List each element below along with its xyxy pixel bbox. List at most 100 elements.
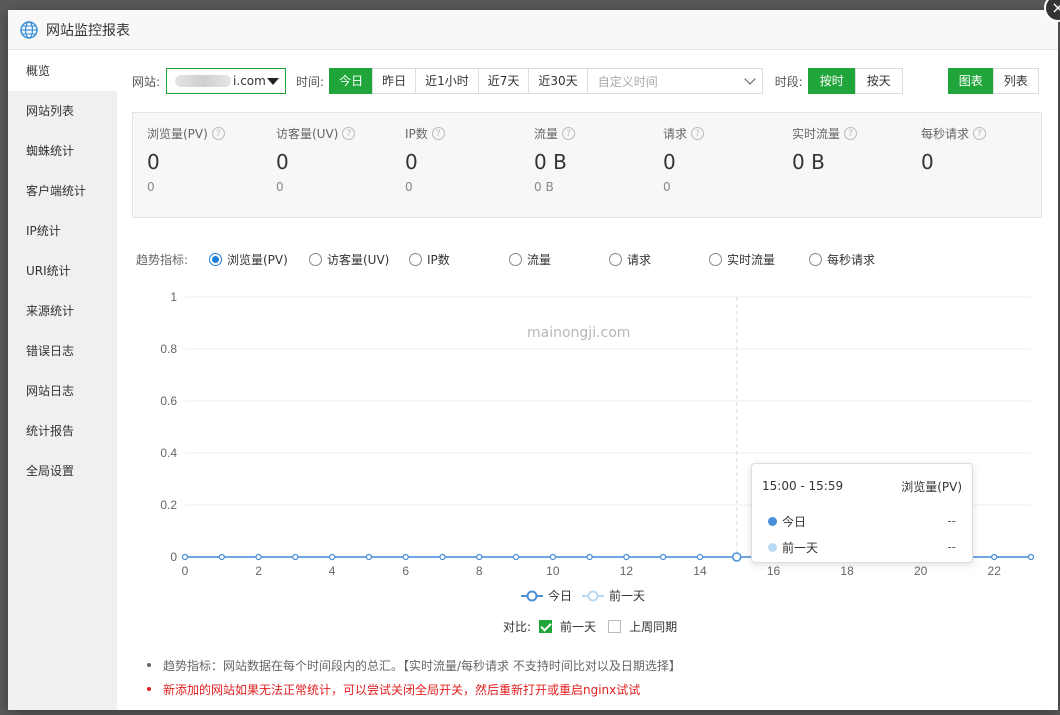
- stat-value: 0 B: [534, 150, 567, 174]
- radio-icon[interactable]: [509, 253, 522, 266]
- checkbox-checked-icon[interactable]: [539, 620, 553, 633]
- help-icon[interactable]: ?: [211, 127, 225, 140]
- site-name-redacted: [175, 75, 232, 87]
- data-point: [402, 553, 409, 561]
- sidebar-item-uri[interactable]: URI统计: [8, 251, 117, 291]
- help-icon[interactable]: ?: [973, 127, 987, 140]
- note-warning: 新添加的网站如果无法正常统计，可以尝试关闭全局开关，然后重新打开或重启nginx…: [147, 677, 681, 701]
- legend-today[interactable]: 今日: [521, 587, 572, 604]
- bullet-icon: [147, 687, 151, 691]
- note-text: 新添加的网站如果无法正常统计，可以尝试关闭全局开关，然后重新打开或重启nginx…: [163, 682, 641, 697]
- help-icon[interactable]: ?: [691, 127, 705, 140]
- compare-previous-day-label[interactable]: 前一天: [560, 618, 596, 635]
- sidebar-item-error-log[interactable]: 错误日志: [8, 331, 117, 371]
- tooltip-range: 15:00 - 15:59: [762, 479, 844, 493]
- sidebar-item-spiders[interactable]: 蜘蛛统计: [8, 131, 117, 171]
- help-icon[interactable]: ?: [431, 127, 445, 140]
- close-icon[interactable]: ×: [1051, 0, 1060, 16]
- y-tick-label: 0: [170, 550, 177, 564]
- help-icon[interactable]: ?: [844, 127, 858, 140]
- data-point: [1027, 553, 1035, 561]
- stat-uv: 访客量(UV)? 0 0: [276, 125, 356, 194]
- dialog-header: 网站监控报表: [8, 10, 1058, 50]
- stat-ip: IP数? 0 0: [405, 125, 445, 194]
- custom-time-select[interactable]: 自定义时间: [586, 68, 763, 94]
- period-hourly-button[interactable]: 按时: [807, 68, 856, 94]
- sidebar-item-sites[interactable]: 网站列表: [8, 91, 117, 131]
- legend-previous-day[interactable]: 前一天: [582, 587, 645, 604]
- trend-option-requests[interactable]: 请求: [609, 251, 651, 268]
- view-buttons: 图表 列表: [947, 68, 1039, 94]
- main-panel: 网站: i.com 时间: 今日 昨日 近1小时 近7天 近30天 自定义时间 …: [117, 51, 1058, 710]
- trend-option-traffic[interactable]: 流量: [509, 251, 551, 268]
- trend-option-realtime-traffic[interactable]: 实时流量: [709, 251, 775, 268]
- sidebar-item-clients[interactable]: 客户端统计: [8, 171, 117, 211]
- site-select-value: i.com: [233, 74, 266, 88]
- tooltip-series-name: 今日: [782, 514, 807, 529]
- data-point: [292, 553, 299, 561]
- period-daily-button[interactable]: 按天: [854, 68, 903, 94]
- time-label: 时间:: [296, 74, 325, 89]
- help-icon[interactable]: ?: [342, 127, 356, 140]
- sidebar-item-settings[interactable]: 全局设置: [8, 451, 117, 491]
- stat-name: IP数: [405, 127, 428, 141]
- sidebar-item-overview[interactable]: 概览: [8, 51, 117, 91]
- stat-requests: 请求? 0 0: [663, 125, 705, 194]
- view-list-button[interactable]: 列表: [992, 68, 1039, 94]
- stat-value: 0: [663, 150, 676, 174]
- sidebar-item-ip[interactable]: IP统计: [8, 211, 117, 251]
- trend-option-label: 实时流量: [727, 253, 776, 267]
- stat-prev-value: 0 B: [534, 180, 554, 194]
- time-last-30-days-button[interactable]: 近30天: [528, 68, 588, 94]
- trend-option-label: 浏览量(PV): [227, 253, 288, 267]
- trend-options: 浏览量(PV) 访客量(UV) IP数 流量 请求 实时流量 每秒请求: [117, 251, 917, 269]
- x-tick-label: 18: [840, 564, 854, 578]
- time-last-7-days-button[interactable]: 近7天: [477, 68, 530, 94]
- time-range-buttons: 今日 昨日 近1小时 近7天 近30天 自定义时间: [329, 68, 763, 94]
- stat-traffic: 流量? 0 B 0 B: [534, 125, 576, 194]
- stat-prev-value: 0: [405, 180, 413, 194]
- data-point: [181, 553, 189, 561]
- checkbox-icon[interactable]: [608, 620, 622, 633]
- trend-option-label: 每秒请求: [827, 253, 876, 267]
- dialog-title: 网站监控报表: [46, 22, 130, 39]
- site-select[interactable]: i.com: [166, 68, 287, 94]
- compare-last-week-label[interactable]: 上周同期: [629, 618, 677, 635]
- trend-option-rps[interactable]: 每秒请求: [809, 251, 875, 268]
- tooltip-row-previous-day: 前一天 --: [752, 534, 972, 560]
- legend-line-icon: [521, 590, 543, 601]
- custom-time-placeholder: 自定义时间: [597, 74, 658, 89]
- trend-option-pv[interactable]: 浏览量(PV): [209, 251, 288, 268]
- trend-option-label: 请求: [627, 253, 652, 267]
- sidebar-item-report[interactable]: 统计报告: [8, 411, 117, 451]
- data-point: [218, 553, 225, 561]
- compare-options: 对比: 前一天 上周同期: [503, 618, 677, 635]
- legend-label: 今日: [548, 589, 573, 603]
- data-point: [439, 553, 446, 561]
- trend-option-ip[interactable]: IP数: [409, 251, 450, 268]
- data-point: [476, 553, 483, 561]
- data-point: [991, 553, 998, 561]
- legend-label: 前一天: [609, 589, 646, 603]
- time-today-button[interactable]: 今日: [329, 68, 374, 94]
- radio-selected-icon[interactable]: [209, 253, 222, 266]
- radio-icon[interactable]: [709, 253, 722, 266]
- radio-icon[interactable]: [809, 253, 822, 266]
- sidebar: 概览 网站列表 蜘蛛统计 客户端统计 IP统计 URI统计 来源统计 错误日志 …: [8, 51, 117, 710]
- stat-value: 0: [147, 150, 160, 174]
- help-icon[interactable]: ?: [562, 127, 576, 140]
- series-dot-icon: [768, 516, 777, 526]
- radio-icon[interactable]: [409, 253, 422, 266]
- trend-option-uv[interactable]: 访客量(UV): [309, 251, 389, 268]
- radio-icon[interactable]: [309, 253, 322, 266]
- data-point: [329, 553, 336, 561]
- time-last-hour-button[interactable]: 近1小时: [415, 68, 479, 94]
- data-point: [512, 553, 520, 561]
- site-label: 网站:: [132, 74, 161, 89]
- stat-prev-value: 0: [276, 180, 284, 194]
- time-yesterday-button[interactable]: 昨日: [372, 68, 417, 94]
- radio-icon[interactable]: [609, 253, 622, 266]
- view-chart-button[interactable]: 图表: [947, 68, 994, 94]
- sidebar-item-referrer[interactable]: 来源统计: [8, 291, 117, 331]
- sidebar-item-site-log[interactable]: 网站日志: [8, 371, 117, 411]
